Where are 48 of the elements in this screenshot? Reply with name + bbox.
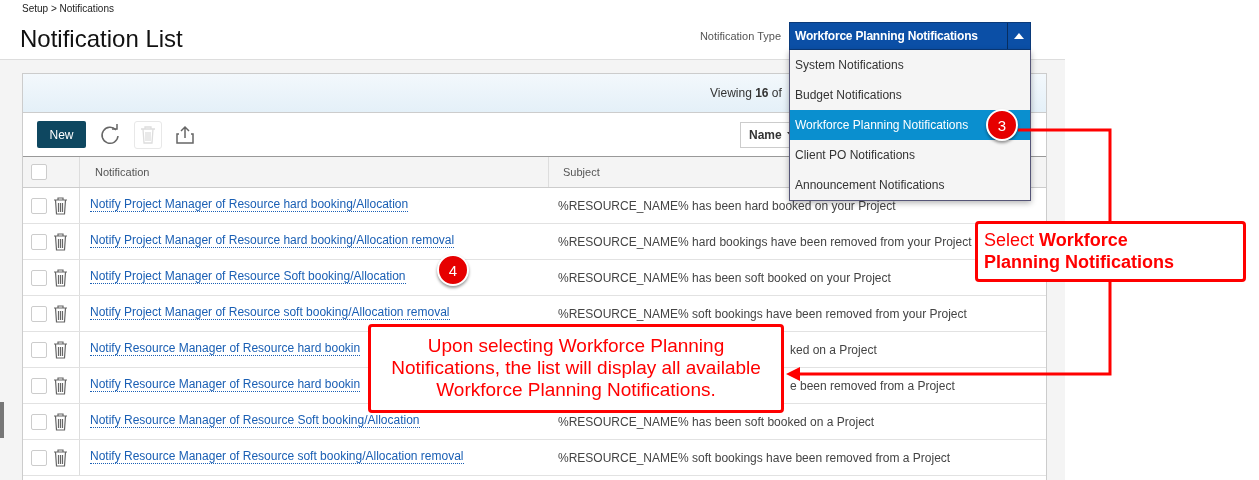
callout-note: Upon selecting Workforce Planning Notifications, the list will display all available Workforce Planning Notifications. xyxy=(368,324,784,413)
column-header[interactable]: Notification xyxy=(80,157,549,187)
subject-text: %RESOURCE_NAME% soft bookings have been removed from your Project xyxy=(558,306,967,321)
delete-icon[interactable] xyxy=(53,304,68,323)
notification-link[interactable]: Notify Resource Manager of Resource hard bookin xyxy=(90,340,361,356)
row-checkbox[interactable] xyxy=(31,413,47,430)
row-checkbox[interactable] xyxy=(31,377,47,394)
notification-type-select[interactable]: Workforce Planning Notifications xyxy=(789,22,1031,50)
delete-icon[interactable] xyxy=(53,340,68,359)
row-checkbox[interactable] xyxy=(31,197,47,214)
side-handle[interactable] xyxy=(0,402,4,438)
share-icon[interactable] xyxy=(175,124,195,145)
record-count: Viewing 16 of xyxy=(710,86,782,100)
subject-text: %RESOURCE_NAME% has been soft booked on your Project xyxy=(558,270,891,285)
notification-link[interactable]: Notify Project Manager of Resource hard booking/Allocation xyxy=(90,196,409,212)
row-checkbox[interactable] xyxy=(31,305,47,322)
delete-icon[interactable] xyxy=(53,232,68,251)
delete-icon[interactable] xyxy=(53,412,68,431)
row-checkbox[interactable] xyxy=(31,449,47,466)
row-checkbox[interactable] xyxy=(31,341,47,358)
notification-link[interactable]: Notify Project Manager of Resource Soft booking/Allocation xyxy=(90,268,406,284)
subject-text: %RESOURCE_NAME% hard bookings have been removed from your Project xyxy=(558,234,972,249)
notification-link[interactable]: Notify Project Manager of Resource soft booking/Allocation removal xyxy=(90,304,450,320)
new-button[interactable]: New xyxy=(37,121,86,148)
breadcrumb: Setup > Notifications xyxy=(22,3,115,14)
subject-text: %RESOURCE_NAME% has been soft booked on a Project xyxy=(558,414,875,429)
notification-link[interactable]: Notify Resource Manager of Resource soft booking/Allocation removal xyxy=(90,448,464,464)
delete-icon[interactable] xyxy=(53,268,68,287)
delete-icon[interactable] xyxy=(53,448,68,467)
delete-icon[interactable] xyxy=(53,196,68,215)
subject-text: %RESOURCE_NAME% soft bookings have been removed from a Project xyxy=(558,450,951,465)
field-label: Notification Type xyxy=(699,30,781,42)
callout-note: Select Workforce Planning Notifications xyxy=(975,221,1246,282)
notification-link[interactable]: Notify Resource Manager of Resource hard bookin xyxy=(90,376,361,392)
subject-text: e been removed from a Project xyxy=(790,378,955,393)
subject-text: %RESOURCE_NAME% has been hard booked on your Project xyxy=(558,198,896,213)
row-checkbox[interactable] xyxy=(31,233,47,250)
delete-icon[interactable] xyxy=(53,376,68,395)
notification-link[interactable]: Notify Project Manager of Resource hard booking/Allocation removal xyxy=(90,232,455,248)
delete-icon xyxy=(140,125,156,144)
dropdown-option[interactable]: Budget Notifications xyxy=(790,80,1030,110)
page-title: Notification List xyxy=(20,25,183,53)
row-checkbox[interactable] xyxy=(31,269,47,286)
select-all-checkbox[interactable] xyxy=(31,164,47,180)
dropdown-option[interactable]: System Notifications xyxy=(790,50,1030,80)
dropdown-option[interactable]: Announcement Notifications xyxy=(790,170,1030,200)
subject-text: ked on a Project xyxy=(790,342,877,357)
refresh-icon[interactable] xyxy=(99,123,121,146)
